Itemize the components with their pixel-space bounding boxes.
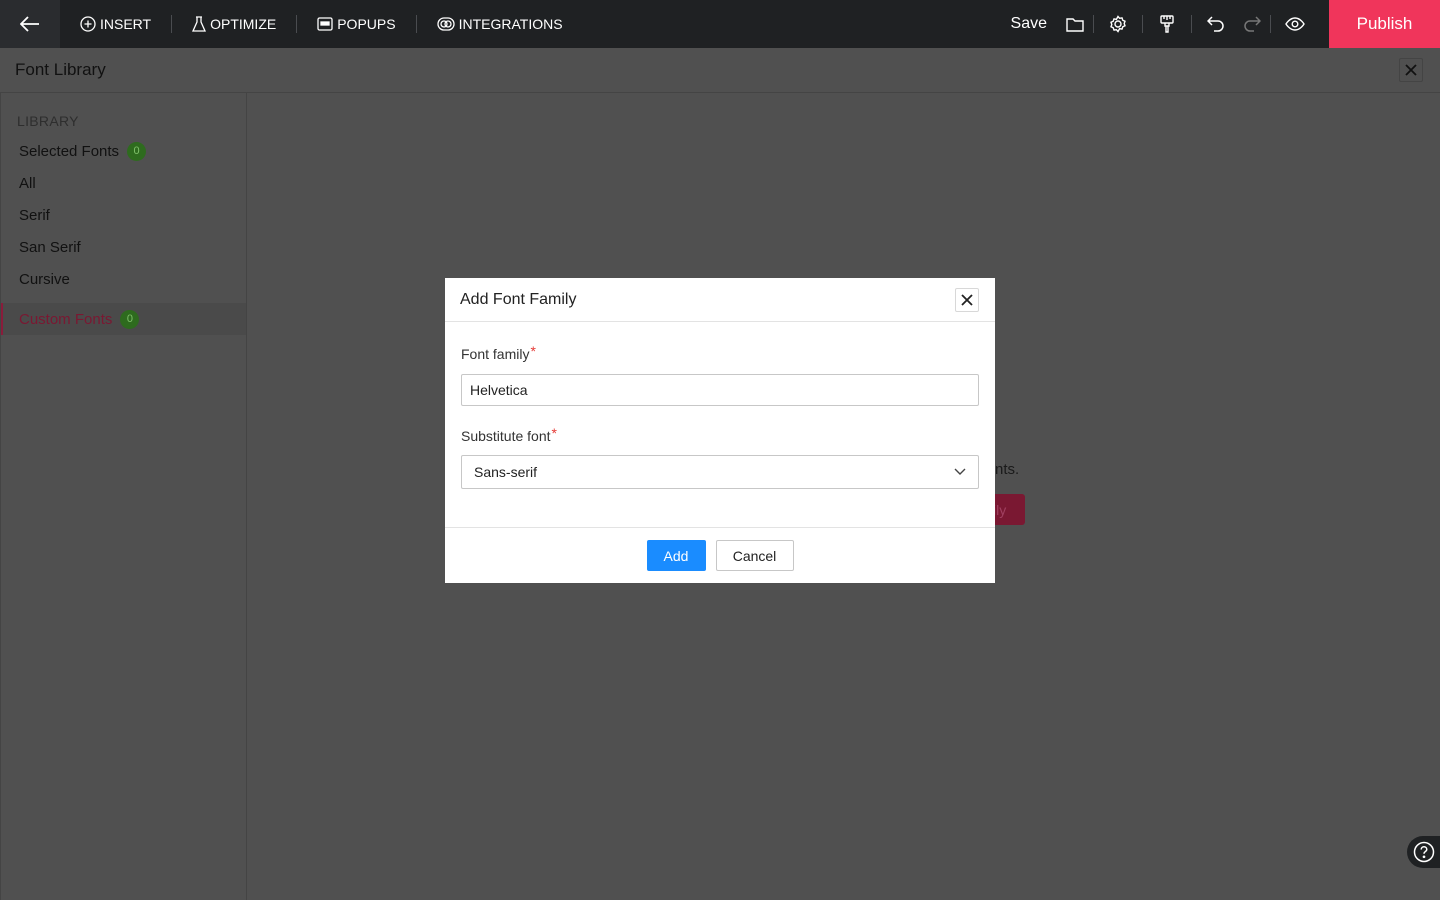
arrow-left-icon — [20, 16, 39, 32]
publish-button[interactable]: Publish — [1329, 0, 1440, 48]
folder-icon[interactable] — [1057, 0, 1093, 48]
dialog-header: Add Font Family — [445, 278, 995, 322]
toolbar-divider — [1270, 15, 1271, 33]
chevron-down-icon — [954, 468, 966, 476]
flask-icon — [192, 16, 207, 32]
top-toolbar: INSERT OPTIMIZE POPUPS INTEGRATIONS Save — [0, 0, 1440, 48]
library-sidebar: LIBRARY Selected Fonts 0 All Serif San S… — [0, 93, 247, 900]
required-marker: * — [551, 425, 557, 441]
close-library-button[interactable] — [1399, 58, 1423, 82]
integrations-menu[interactable]: INTEGRATIONS — [417, 0, 583, 48]
help-button[interactable] — [1407, 836, 1440, 868]
plus-circle-icon — [80, 16, 96, 32]
insert-menu[interactable]: INSERT — [60, 0, 171, 48]
sidebar-item-label: Serif — [19, 206, 50, 224]
sidebar-item-san-serif[interactable]: San Serif — [1, 231, 246, 263]
toolbar-divider — [1142, 15, 1143, 33]
font-family-label-text: Font family — [461, 346, 530, 362]
sidebar-item-cursive[interactable]: Cursive — [1, 263, 246, 295]
integrations-icon — [436, 17, 455, 31]
close-icon — [1405, 64, 1417, 76]
add-font-family-dialog: Add Font Family Font family* Substitute … — [445, 278, 995, 583]
sidebar-item-all[interactable]: All — [1, 167, 246, 199]
optimize-menu[interactable]: OPTIMIZE — [172, 0, 296, 48]
close-icon — [961, 294, 973, 306]
sidebar-item-label: San Serif — [19, 238, 81, 256]
help-icon — [1413, 841, 1434, 863]
font-family-label: Font family* — [461, 343, 979, 362]
sidebar-item-label: Selected Fonts — [19, 142, 120, 160]
redo-icon[interactable] — [1234, 0, 1270, 48]
dialog-footer: Add Cancel — [445, 527, 995, 583]
sidebar-item-label: All — [19, 174, 36, 192]
popups-label: POPUPS — [337, 16, 396, 32]
sidebar-item-label: Custom Fonts — [19, 310, 113, 328]
font-family-input[interactable] — [461, 374, 979, 406]
popups-menu[interactable]: POPUPS — [297, 0, 415, 48]
save-button[interactable]: Save — [1001, 15, 1057, 33]
dialog-body: Font family* Substitute font* Sans-serif — [445, 343, 995, 489]
integrations-label: INTEGRATIONS — [458, 16, 563, 32]
required-marker: * — [530, 343, 536, 359]
sidebar-item-selected-fonts[interactable]: Selected Fonts 0 — [1, 135, 246, 167]
settings-gear-icon[interactable] — [1100, 0, 1136, 48]
sidebar-item-custom-fonts[interactable]: Custom Fonts 0 — [1, 303, 246, 335]
count-badge: 0 — [127, 141, 147, 161]
substitute-font-label: Substitute font* — [461, 425, 979, 444]
add-button[interactable]: Add — [646, 540, 706, 571]
substitute-font-select[interactable]: Sans-serif — [461, 455, 979, 489]
substitute-font-label-text: Substitute font — [461, 428, 551, 444]
toolbar-divider — [1191, 15, 1192, 33]
cancel-button[interactable]: Cancel — [715, 540, 794, 571]
undo-icon[interactable] — [1198, 0, 1234, 48]
dialog-title: Add Font Family — [460, 290, 577, 308]
font-library-header: Font Library — [0, 48, 1440, 93]
page-title: Font Library — [15, 60, 106, 79]
library-section-label: LIBRARY — [17, 113, 79, 129]
optimize-label: OPTIMIZE — [210, 16, 277, 32]
back-button[interactable] — [0, 0, 60, 48]
insert-label: INSERT — [100, 16, 152, 32]
toolbar-divider — [1093, 15, 1094, 33]
sidebar-item-serif[interactable]: Serif — [1, 199, 246, 231]
popup-icon — [317, 17, 333, 31]
sidebar-item-label: Cursive — [19, 270, 70, 288]
preview-eye-icon[interactable] — [1277, 0, 1313, 48]
selected-value: Sans-serif — [474, 464, 538, 480]
paint-brush-icon[interactable] — [1149, 0, 1185, 48]
empty-state-text: nts. — [995, 461, 1020, 478]
count-badge: 0 — [120, 309, 140, 329]
dialog-close-button[interactable] — [955, 288, 979, 312]
